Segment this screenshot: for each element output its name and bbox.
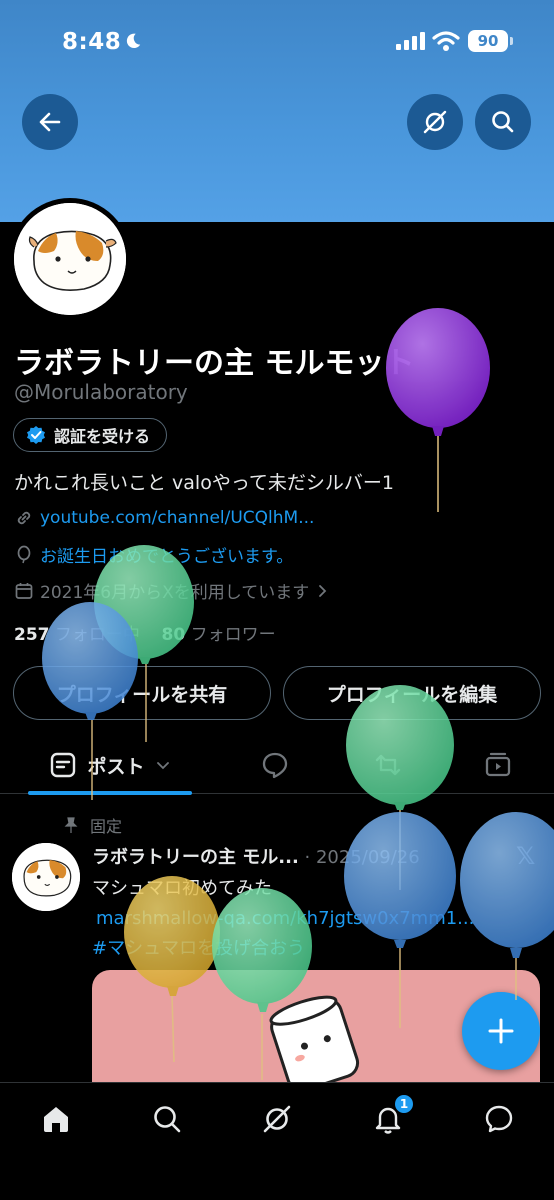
- compose-button[interactable]: [462, 992, 540, 1070]
- nav-grok[interactable]: [247, 1099, 307, 1139]
- home-icon: [44, 1107, 68, 1132]
- post-header: ラボラトリーの主 モル... · 2025/09/26: [92, 843, 420, 869]
- profile-bio: かれこれ長いこと valoやって未だシルバー1: [14, 472, 394, 494]
- post-text: マシュマロ初めてみた: [92, 878, 272, 899]
- get-verified-label: 認証を受ける: [54, 427, 151, 446]
- battery-level: 90: [477, 32, 499, 50]
- arrow-left-icon: [39, 112, 61, 132]
- post-links: marshmallow-qa.com/kh7jgtsw0x7mm1... #マシ…: [92, 904, 542, 964]
- avatar-image: [14, 203, 126, 315]
- tab-posts-label: ポスト: [87, 755, 145, 778]
- followers-count: 80: [161, 625, 186, 645]
- post-date: · 2025/09/26: [304, 847, 420, 868]
- following-count: 257: [14, 625, 50, 645]
- repost-icon: [375, 754, 401, 776]
- profile-tabs: ポスト: [0, 736, 554, 795]
- pinned-indicator: 固定: [62, 813, 122, 837]
- grok-icon: [423, 110, 447, 134]
- link-icon: [17, 511, 31, 525]
- edit-profile-button[interactable]: プロフィールを編集: [283, 666, 541, 720]
- moon-icon: [126, 33, 141, 49]
- birthday-text: お誕生日おめでとうございます。: [40, 547, 294, 567]
- status-bar: 8:48 90: [0, 0, 554, 80]
- share-profile-button[interactable]: プロフィールを共有: [13, 666, 271, 720]
- website-link[interactable]: youtube.com/channel/UCQlhM...: [40, 508, 314, 528]
- profile-birthday: お誕生日おめでとうございます。: [14, 542, 293, 567]
- posts-icon: [51, 752, 76, 778]
- joined-text: 2021年6月からXを利用しています: [40, 583, 310, 603]
- display-name: ラボラトリーの主 モルモット: [14, 346, 415, 381]
- post-author[interactable]: ラボラトリーの主 モル...: [92, 847, 299, 868]
- chevron-right-icon: [319, 584, 327, 597]
- reply-icon: [262, 752, 288, 779]
- signal-icon: [396, 32, 425, 50]
- following-label: フォロー中: [54, 625, 140, 645]
- nav-messages[interactable]: [469, 1099, 529, 1139]
- wifi-icon: [432, 31, 460, 51]
- status-time: 8:48: [62, 29, 122, 55]
- profile-avatar[interactable]: [9, 198, 131, 320]
- nav-notifications[interactable]: 1: [358, 1094, 418, 1139]
- tab-reposts[interactable]: [358, 736, 418, 794]
- calendar-icon: [15, 582, 33, 599]
- get-verified-button[interactable]: 認証を受ける: [13, 418, 168, 452]
- bottom-navigation: 1: [0, 1082, 554, 1200]
- grok-icon: [263, 1105, 291, 1133]
- back-button[interactable]: [22, 94, 78, 150]
- x-logo-icon: 𝕏: [516, 842, 536, 870]
- tab-replies[interactable]: [245, 736, 305, 794]
- battery-indicator: 90: [468, 30, 508, 52]
- notification-badge: 1: [394, 1094, 414, 1114]
- post-url[interactable]: marshmallow-qa.com/kh7jgtsw0x7mm1...: [92, 904, 542, 934]
- post-hashtag[interactable]: #マシュマロを投げ合おう: [92, 938, 305, 959]
- battery-tip: [510, 37, 513, 45]
- chevron-down-icon: [156, 762, 169, 770]
- balloon-icon: [17, 545, 31, 563]
- following-link[interactable]: 257 フォロー中: [14, 625, 140, 645]
- tab-posts[interactable]: ポスト: [28, 736, 192, 794]
- grok-button[interactable]: [407, 94, 463, 150]
- plus-icon: [488, 1018, 514, 1044]
- post-avatar[interactable]: [12, 843, 80, 911]
- guinea-pig-icon: [14, 203, 126, 315]
- profile-joined[interactable]: 2021年6月からXを利用しています: [14, 578, 329, 603]
- search-icon: [154, 1106, 181, 1133]
- tab-active-indicator: [28, 791, 192, 795]
- user-handle: @Morulaboratory: [14, 380, 188, 404]
- follow-stats: 257 フォロー中 80 フォロワー: [14, 620, 276, 645]
- search-icon: [492, 111, 514, 133]
- profile-website[interactable]: youtube.com/channel/UCQlhM...: [14, 508, 314, 528]
- pinned-label: 固定: [90, 817, 123, 836]
- media-icon: [485, 752, 511, 777]
- nav-home[interactable]: [26, 1099, 86, 1139]
- pin-icon: [64, 817, 78, 833]
- verified-badge-icon: [27, 426, 45, 444]
- followers-label: フォロワー: [190, 625, 276, 645]
- message-icon: [485, 1105, 513, 1133]
- followers-link[interactable]: 80 フォロワー: [162, 625, 276, 645]
- nav-search[interactable]: [137, 1099, 197, 1139]
- search-button[interactable]: [475, 94, 531, 150]
- tab-media[interactable]: [468, 736, 528, 794]
- guinea-pig-icon: [12, 843, 80, 911]
